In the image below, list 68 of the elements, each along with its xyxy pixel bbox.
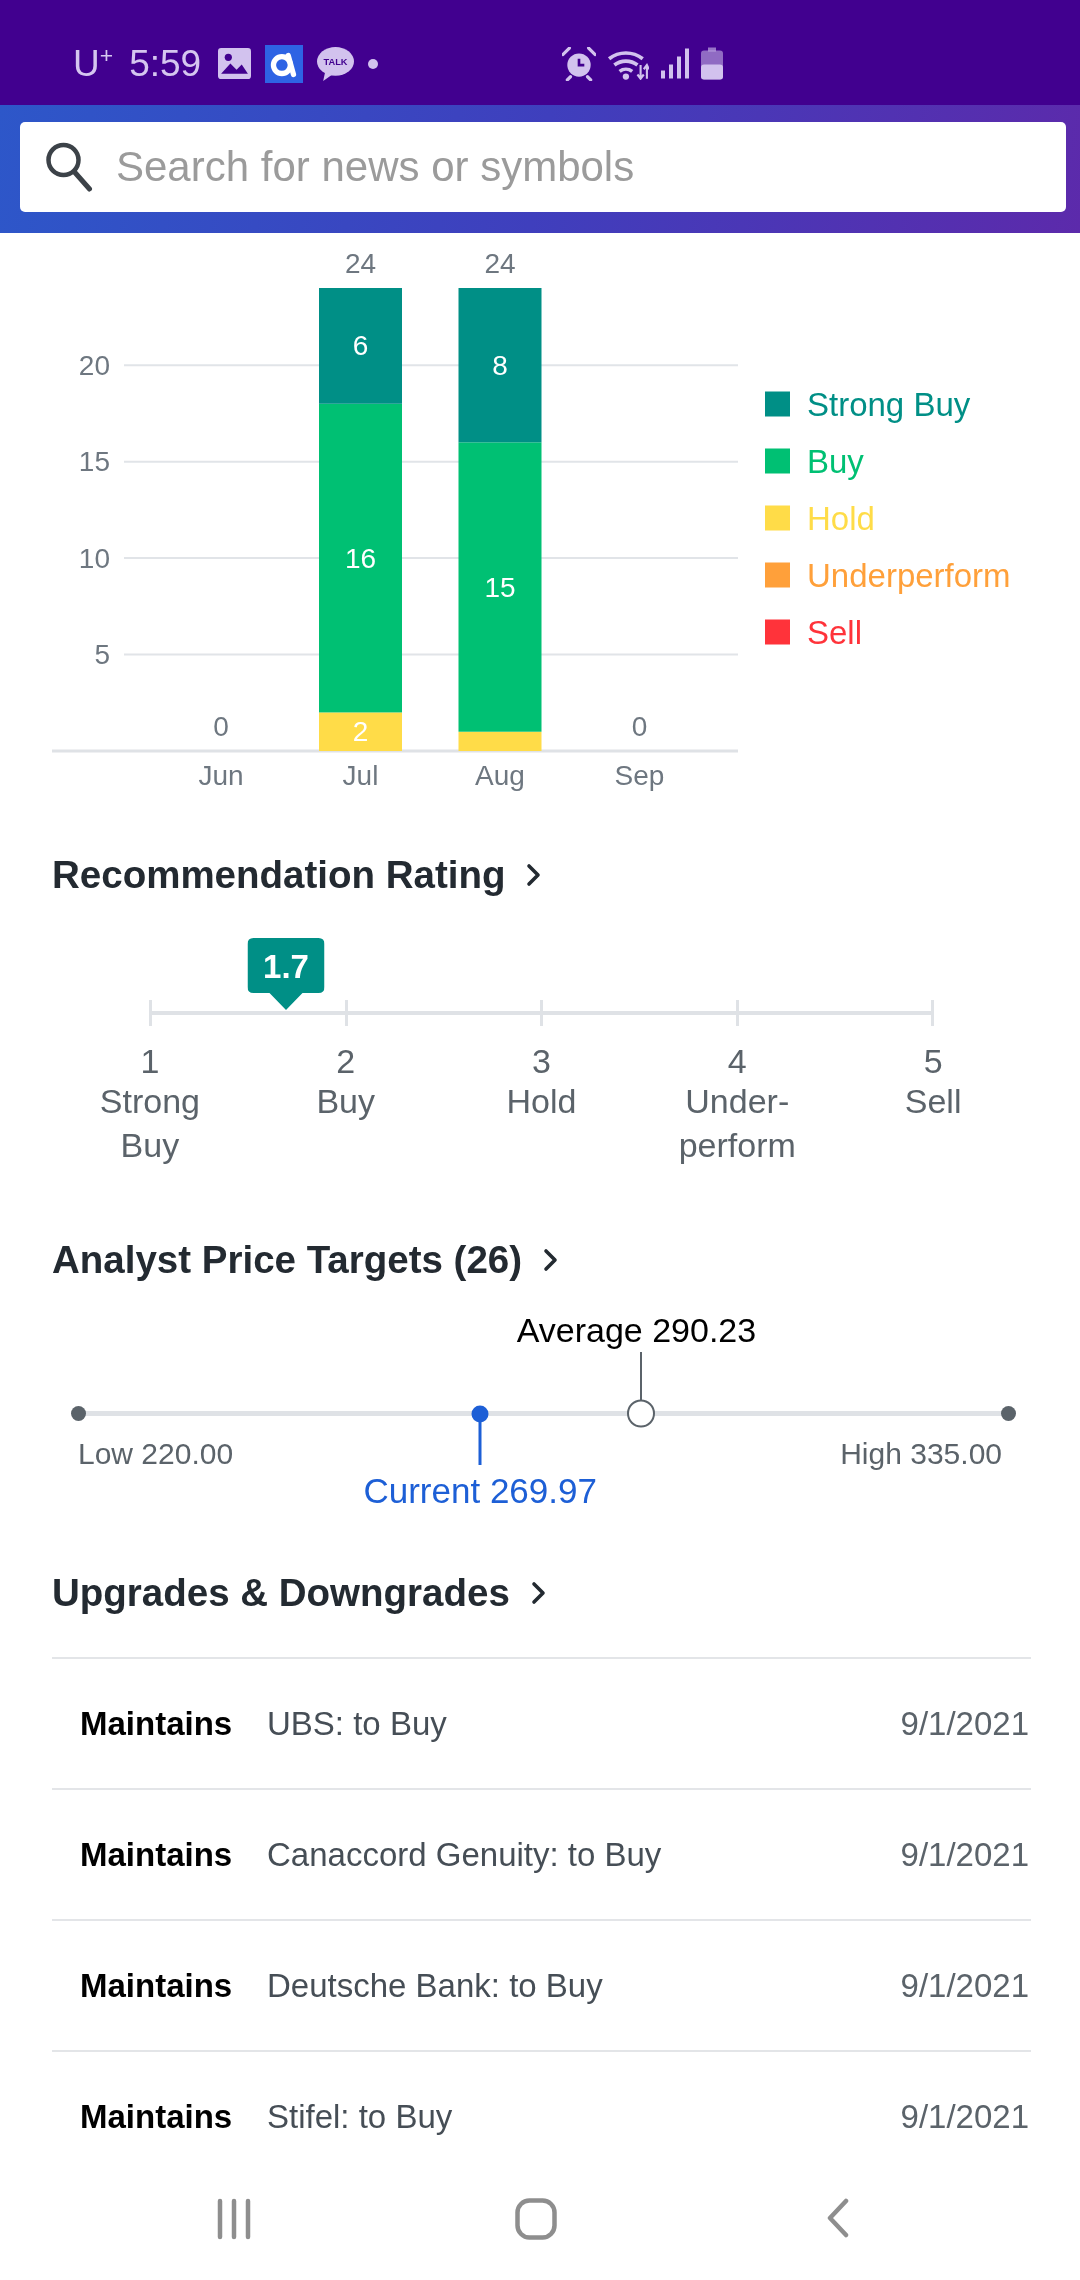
- signal-icon: [660, 48, 691, 79]
- clock-time: 5:59: [129, 42, 202, 85]
- bar-total-label: 24: [484, 247, 516, 279]
- scale-label: Hold: [506, 1081, 577, 1122]
- legend-label: Sell: [807, 613, 863, 651]
- bar-total-label: 0: [213, 710, 229, 742]
- firm-rating-text: Canaccord Genuity: to Buy: [267, 1835, 663, 1874]
- high-price-label: High 335.00: [840, 1436, 1002, 1472]
- rating-action: Maintains: [80, 1835, 234, 1874]
- chevron-right-icon: [530, 1581, 546, 1605]
- x-axis-label: Sep: [614, 759, 665, 791]
- rating-action: Maintains: [80, 1704, 234, 1743]
- data-label: 16: [344, 542, 377, 574]
- firm-rating-text: Stifel: to Buy: [267, 2097, 454, 2136]
- data-label: 15: [484, 571, 516, 603]
- rating-date: 9/1/2021: [900, 2097, 1029, 2136]
- rating-date: 9/1/2021: [900, 1704, 1029, 1743]
- recent-apps-icon[interactable]: [216, 2198, 252, 2240]
- firm-rating-text: Deutsche Bank: to Buy: [267, 1966, 604, 2005]
- rating-action: Maintains: [80, 1966, 234, 2005]
- home-icon[interactable]: [515, 2198, 557, 2240]
- scale-label: Under-perform: [677, 1081, 797, 1166]
- x-axis-label: Aug: [475, 759, 525, 791]
- data-label: 8: [492, 349, 508, 381]
- legend-label: Underperform: [807, 556, 1011, 594]
- current-price-label: Current 269.97: [363, 1472, 597, 1510]
- section-title-link[interactable]: Upgrades & Downgrades: [52, 1571, 546, 1615]
- scale-number: 1: [140, 1043, 160, 1079]
- image-icon: [218, 48, 252, 79]
- data-label: 6: [352, 330, 369, 362]
- legend-label: Strong Buy: [807, 385, 971, 423]
- search-icon: [44, 141, 93, 193]
- rating-date: 9/1/2021: [900, 1966, 1029, 2005]
- chevron-right-icon: [543, 1248, 559, 1272]
- search-field[interactable]: Search for news or symbols: [20, 122, 1066, 212]
- data-label: 2: [352, 716, 369, 748]
- bar-total-label: 0: [631, 710, 648, 742]
- y-axis-label: 10: [78, 542, 110, 574]
- rating-action: Maintains: [80, 2097, 234, 2136]
- section-title-link[interactable]: Recommendation Rating: [52, 853, 542, 897]
- scale-number: 4: [727, 1043, 747, 1079]
- chevron-right-icon: [526, 863, 542, 887]
- x-axis-label: Jul: [342, 759, 379, 791]
- scale-label: Sell: [904, 1081, 962, 1122]
- legend-label: Hold: [807, 499, 875, 537]
- scale-number: 2: [336, 1043, 356, 1079]
- y-axis-label: 20: [78, 349, 110, 381]
- average-price-label: Average 290.23: [516, 1311, 757, 1349]
- x-axis-label: Jun: [198, 759, 244, 791]
- scale-number: 5: [923, 1043, 943, 1079]
- legend-label: Buy: [807, 442, 864, 480]
- back-icon[interactable]: [826, 2198, 850, 2238]
- rating-date: 9/1/2021: [900, 1835, 1029, 1874]
- y-axis-label: 15: [78, 446, 110, 478]
- battery-icon: [701, 47, 724, 80]
- carrier-label: U$^{+}$: [73, 42, 114, 85]
- notification-dot-icon: [368, 58, 379, 69]
- rating-marker: 1.7: [247, 938, 325, 1010]
- scale-label: Strong Buy: [98, 1081, 201, 1166]
- scale-label: Buy: [316, 1081, 375, 1122]
- scale-number: 3: [532, 1043, 551, 1079]
- alarm-clock-icon: [562, 46, 597, 81]
- y-axis-label: 5: [94, 639, 110, 671]
- firm-rating-text: UBS: to Buy: [267, 1704, 448, 1743]
- low-price-label: Low 220.00: [78, 1436, 234, 1472]
- bar-total-label: 24: [344, 247, 377, 279]
- section-title-link[interactable]: Analyst Price Targets (26): [52, 1238, 559, 1282]
- app-logo-icon: [265, 44, 304, 83]
